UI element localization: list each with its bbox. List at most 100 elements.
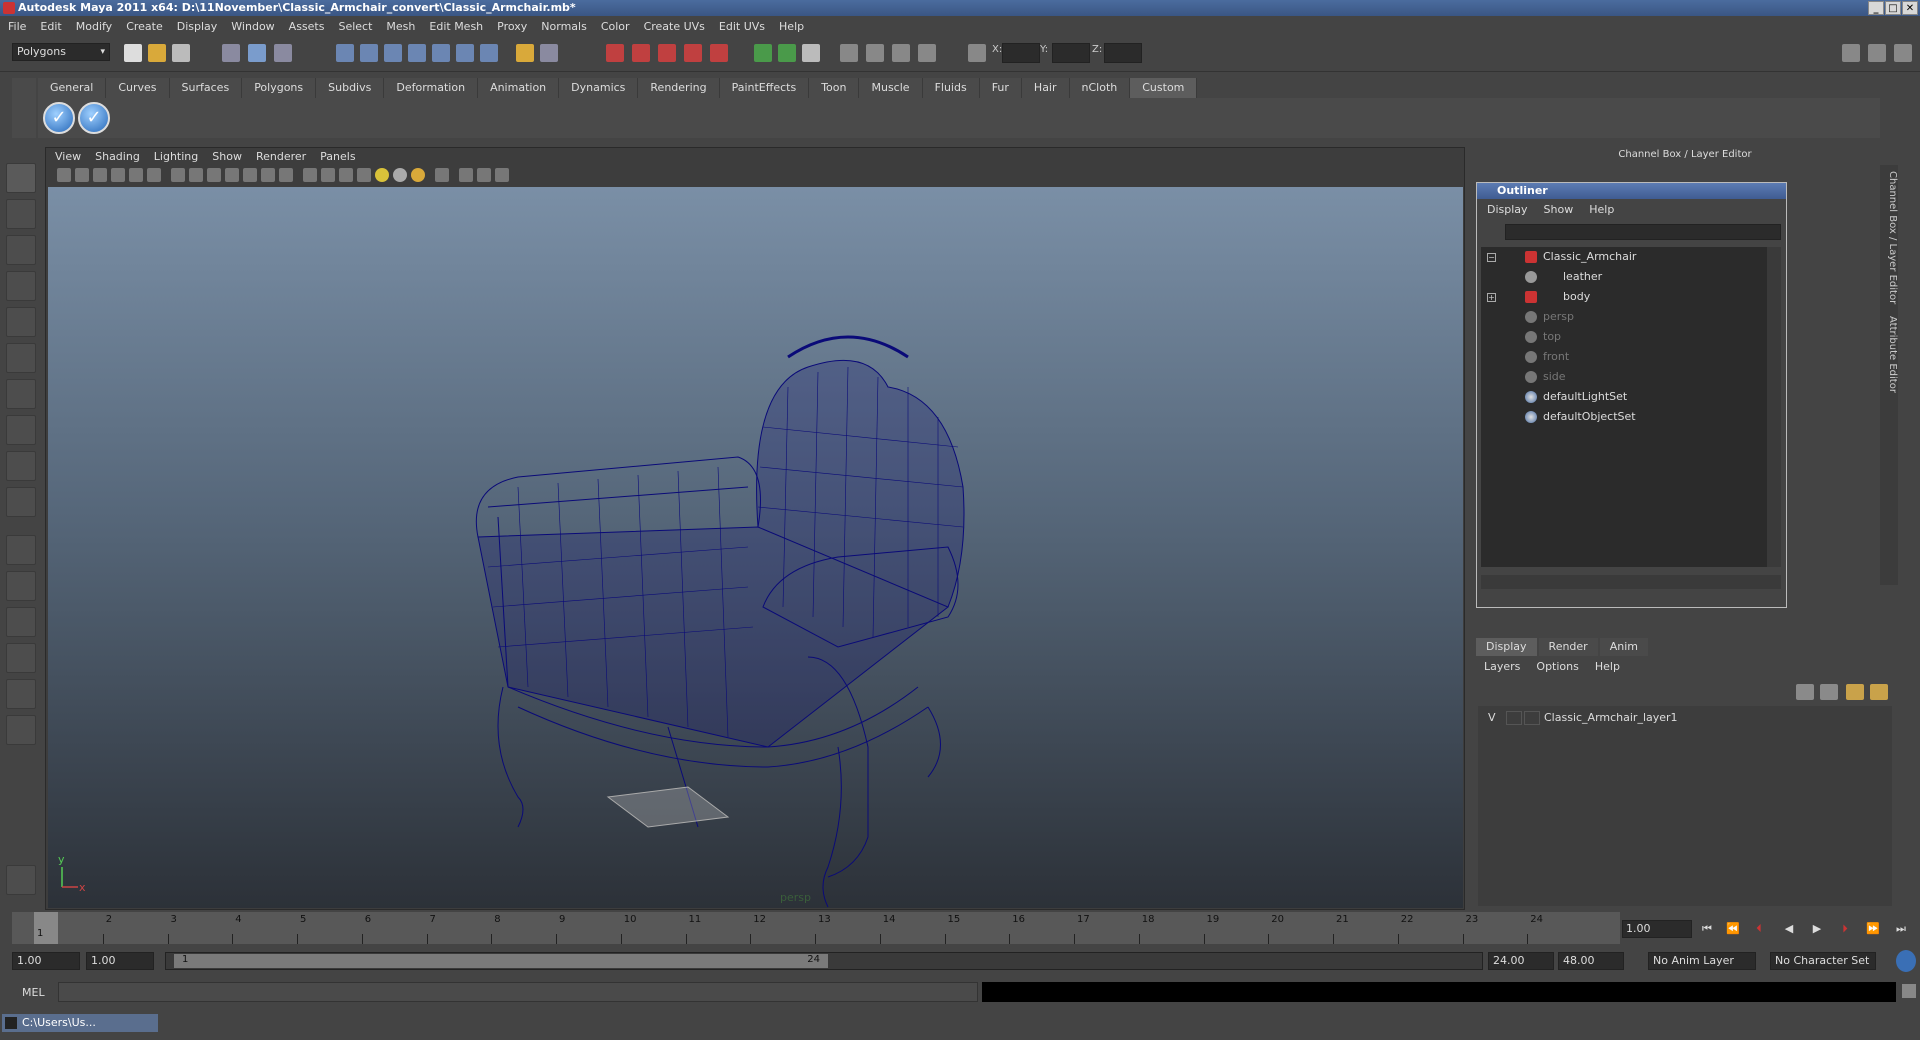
menu-set-selector[interactable]: Polygons bbox=[12, 43, 110, 61]
xray-joints-icon[interactable] bbox=[477, 168, 491, 182]
safe-title-icon[interactable] bbox=[279, 168, 293, 182]
menu-proxy[interactable]: Proxy bbox=[497, 20, 527, 33]
menu-create[interactable]: Create bbox=[126, 20, 163, 33]
default-lighting-icon[interactable] bbox=[375, 168, 389, 182]
outliner-item-body[interactable]: + body bbox=[1481, 287, 1767, 307]
menu-edit[interactable]: Edit bbox=[40, 20, 61, 33]
outliner-item-default-object-set[interactable]: defaultObjectSet bbox=[1481, 407, 1767, 427]
toggle-tool-settings-icon[interactable] bbox=[1868, 44, 1886, 62]
snap-grid-icon[interactable] bbox=[384, 44, 402, 62]
menu-window[interactable]: Window bbox=[231, 20, 274, 33]
playback-end-field[interactable]: 24.00 bbox=[1488, 952, 1554, 970]
rotate-tool-icon[interactable] bbox=[6, 307, 36, 337]
grease-pencil-icon[interactable] bbox=[147, 168, 161, 182]
playback-start-field[interactable]: 1.00 bbox=[86, 952, 154, 970]
menu-normals[interactable]: Normals bbox=[541, 20, 587, 33]
textured-icon[interactable] bbox=[357, 168, 371, 182]
step-forward-key-icon[interactable]: ⏩ bbox=[1864, 922, 1882, 936]
layer-menu-layers[interactable]: Layers bbox=[1484, 660, 1520, 676]
image-plane-icon[interactable] bbox=[111, 168, 125, 182]
smooth-shade-icon[interactable] bbox=[321, 168, 335, 182]
tool-settings-icon[interactable] bbox=[892, 44, 910, 62]
menu-select[interactable]: Select bbox=[338, 20, 372, 33]
shelf-tab-surfaces[interactable]: Surfaces bbox=[169, 78, 243, 98]
history-icon[interactable] bbox=[540, 44, 558, 62]
character-set-dropdown[interactable]: No Character Set bbox=[1770, 952, 1876, 970]
camera-select-icon[interactable] bbox=[57, 168, 71, 182]
time-slider[interactable]: 1234567891011121314151617181920212223241 bbox=[12, 912, 1620, 944]
channel-box-icon[interactable] bbox=[918, 44, 936, 62]
new-empty-layer-icon[interactable] bbox=[1846, 684, 1864, 700]
render-view-icon[interactable] bbox=[710, 44, 728, 62]
outliner-item-top[interactable]: top bbox=[1481, 327, 1767, 347]
menu-modify[interactable]: Modify bbox=[76, 20, 112, 33]
xray-components-icon[interactable] bbox=[495, 168, 509, 182]
select-component-icon[interactable] bbox=[274, 44, 292, 62]
outliner-item-default-light-set[interactable]: defaultLightSet bbox=[1481, 387, 1767, 407]
animation-start-field[interactable]: 1.00 bbox=[12, 952, 80, 970]
outliner-vertical-scrollbar[interactable] bbox=[1767, 247, 1781, 567]
shelf-tab-subdivs[interactable]: Subdivs bbox=[316, 78, 385, 98]
range-slider[interactable]: 1 24 bbox=[165, 952, 1483, 970]
minimized-window-tab[interactable]: C:\Users\Us... bbox=[2, 1014, 158, 1032]
viewport-menu-renderer[interactable]: Renderer bbox=[256, 150, 306, 163]
select-hierarchy-icon[interactable] bbox=[222, 44, 240, 62]
menu-edit-mesh[interactable]: Edit Mesh bbox=[429, 20, 483, 33]
y-field[interactable] bbox=[1052, 43, 1090, 63]
toggle-channel-box-icon[interactable] bbox=[1894, 44, 1912, 62]
rename-icon[interactable] bbox=[802, 44, 820, 62]
menu-color[interactable]: Color bbox=[601, 20, 630, 33]
snap-curve-icon[interactable] bbox=[408, 44, 426, 62]
move-layer-down-icon[interactable] bbox=[1820, 684, 1838, 700]
render-frame-icon[interactable] bbox=[606, 44, 624, 62]
graph-persp-layout-icon[interactable] bbox=[6, 643, 36, 673]
scale-tool-icon[interactable] bbox=[6, 343, 36, 373]
shadows-icon[interactable] bbox=[411, 168, 425, 182]
hypershade-persp-layout-icon[interactable] bbox=[6, 679, 36, 709]
shelf-tab-dynamics[interactable]: Dynamics bbox=[559, 78, 639, 98]
pick-mask-2-icon[interactable] bbox=[360, 44, 378, 62]
viewport-menu-shading[interactable]: Shading bbox=[95, 150, 140, 163]
shelf-tab-rendering[interactable]: Rendering bbox=[638, 78, 720, 98]
safe-action-icon[interactable] bbox=[261, 168, 275, 182]
outliner-menu-display[interactable]: Display bbox=[1487, 201, 1528, 219]
quick-layout-icon[interactable] bbox=[6, 865, 36, 895]
shelf-tab-custom[interactable]: Custom bbox=[1130, 78, 1198, 98]
two-d-pan-icon[interactable] bbox=[129, 168, 143, 182]
layer-playback-toggle[interactable] bbox=[1506, 711, 1522, 725]
play-forwards-icon[interactable]: ▶ bbox=[1808, 922, 1826, 936]
toggle-attribute-editor-icon[interactable] bbox=[1842, 44, 1860, 62]
layer-tab-render[interactable]: Render bbox=[1538, 638, 1598, 656]
close-button[interactable]: ✕ bbox=[1902, 1, 1918, 15]
layer-visibility-toggle[interactable]: V bbox=[1488, 708, 1496, 728]
maximize-button[interactable]: □ bbox=[1885, 1, 1901, 15]
shelf-tab-animation[interactable]: Animation bbox=[478, 78, 560, 98]
shelf-tab-general[interactable]: General bbox=[38, 78, 107, 98]
menu-create-uvs[interactable]: Create UVs bbox=[644, 20, 705, 33]
perspective-viewport[interactable]: y x persp bbox=[48, 187, 1463, 908]
lock-icon[interactable] bbox=[516, 44, 534, 62]
gate-mask-icon[interactable] bbox=[225, 168, 239, 182]
viewport-menu-panels[interactable]: Panels bbox=[320, 150, 355, 163]
select-tool-icon[interactable] bbox=[6, 163, 36, 193]
single-perspective-layout-icon[interactable] bbox=[6, 535, 36, 565]
absolute-transform-icon[interactable] bbox=[968, 44, 986, 62]
viewport-menu-view[interactable]: View bbox=[55, 150, 81, 163]
step-back-key-icon[interactable]: ⏪ bbox=[1724, 922, 1742, 936]
shelf-tab-fluids[interactable]: Fluids bbox=[922, 78, 980, 98]
layer-tab-display[interactable]: Display bbox=[1476, 638, 1537, 656]
persp-graph-layout-icon[interactable] bbox=[6, 715, 36, 745]
snap-point-icon[interactable] bbox=[432, 44, 450, 62]
shelf-tab-deformation[interactable]: Deformation bbox=[384, 78, 479, 98]
step-forward-frame-icon[interactable]: ⏵ bbox=[1836, 922, 1854, 936]
attribute-editor-side-tab[interactable]: Attribute Editor bbox=[1880, 310, 1898, 430]
shelf-tab-curves[interactable]: Curves bbox=[106, 78, 170, 98]
menu-edit-uvs[interactable]: Edit UVs bbox=[719, 20, 765, 33]
command-input[interactable] bbox=[58, 982, 978, 1002]
layer-menu-options[interactable]: Options bbox=[1536, 660, 1578, 676]
outliner-filter-field[interactable] bbox=[1505, 224, 1781, 240]
grid-icon[interactable] bbox=[171, 168, 185, 182]
last-tool-icon[interactable] bbox=[6, 487, 36, 517]
shelf-checkmark-2-icon[interactable]: ✓ bbox=[78, 102, 110, 134]
script-editor-icon[interactable] bbox=[1902, 984, 1916, 998]
